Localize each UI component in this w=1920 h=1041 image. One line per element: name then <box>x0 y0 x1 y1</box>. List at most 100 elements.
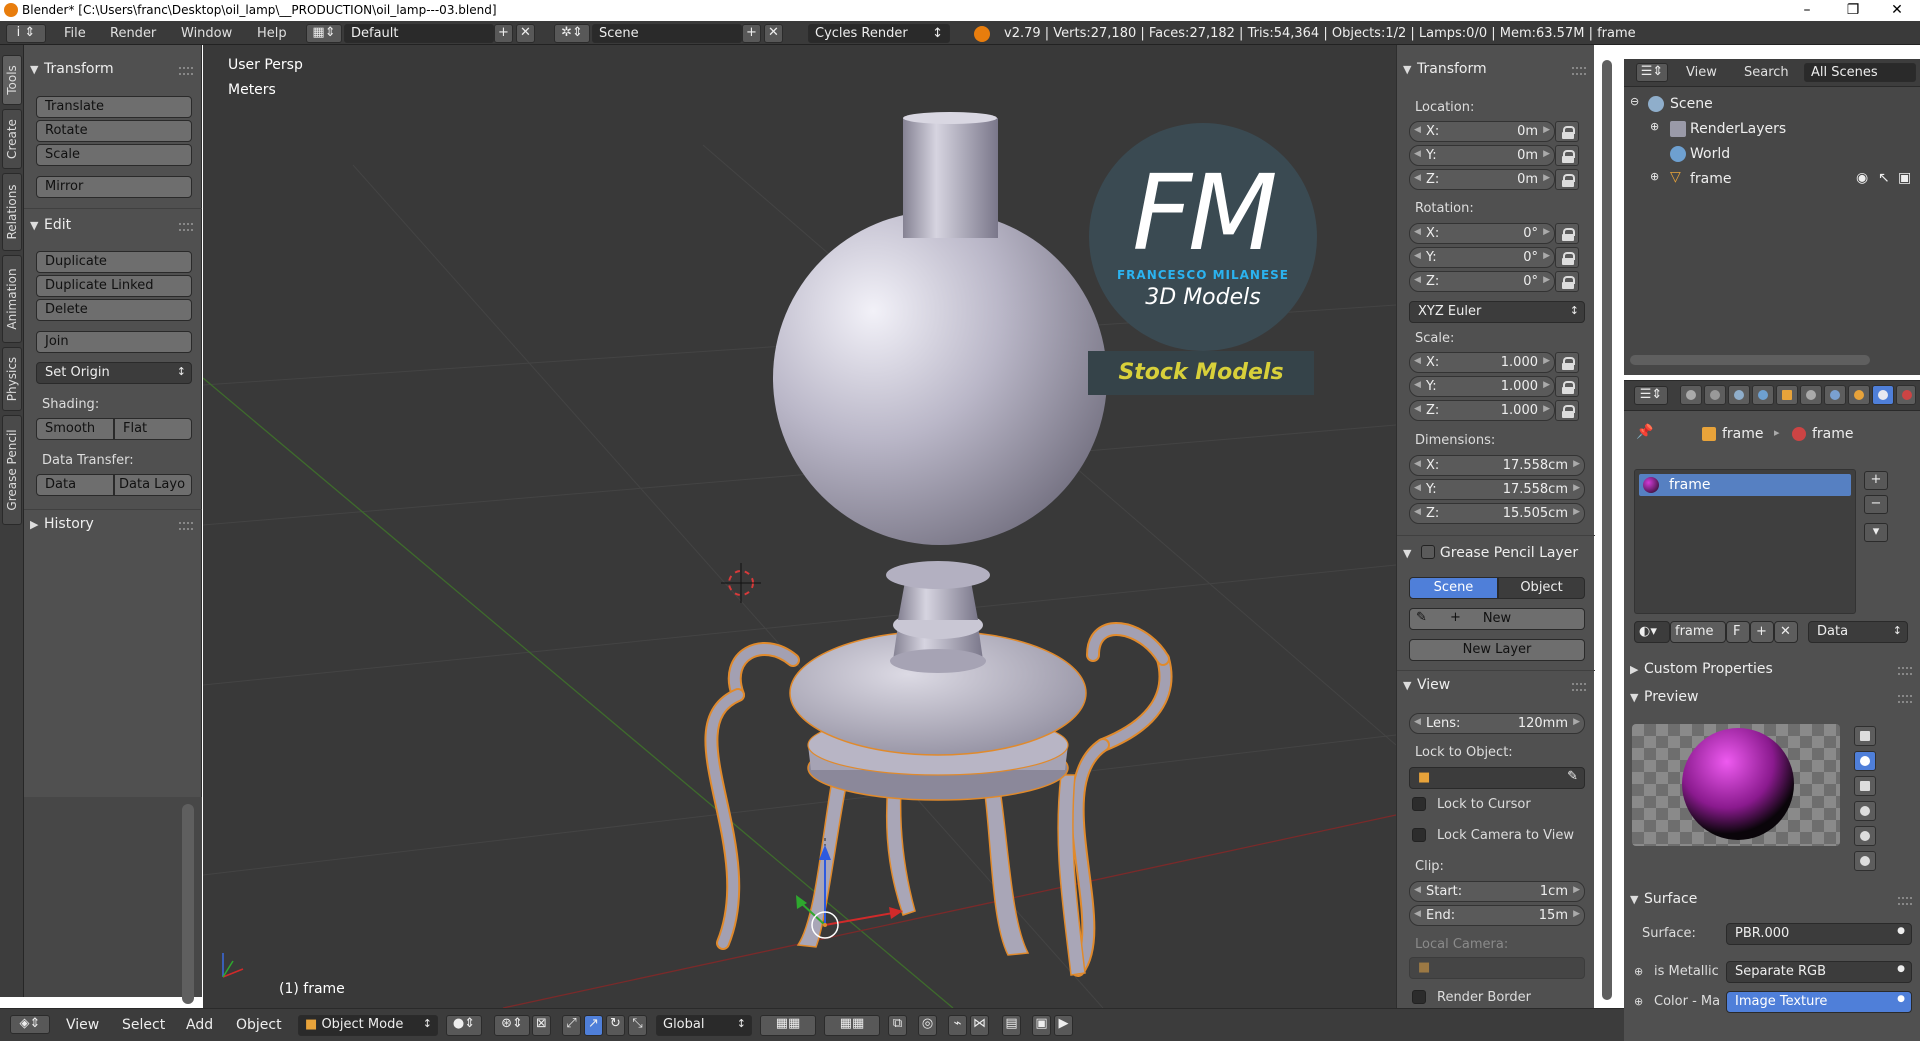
data-context-icon[interactable] <box>1848 385 1870 405</box>
pin-icon[interactable]: 📌 <box>1636 424 1653 440</box>
render-context-icon[interactable] <box>1680 385 1702 405</box>
tab-animation[interactable]: Animation <box>2 255 22 343</box>
snap-element-icon[interactable]: ⋈ <box>970 1015 989 1036</box>
object-context-icon[interactable] <box>1776 385 1798 405</box>
menu-window[interactable]: Window <box>181 26 232 41</box>
scene-icon[interactable]: ✲⇕ <box>554 24 590 43</box>
translate-manipulator-icon[interactable]: ⤢ <box>562 1015 581 1036</box>
surface-header[interactable]: ▼ Surface <box>1630 891 1697 907</box>
editor-type-outliner-icon[interactable]: ☰⇕ <box>1636 63 1668 82</box>
panel-grip-icon[interactable] <box>1898 695 1912 703</box>
preview-header[interactable]: ▼ Preview <box>1630 689 1699 705</box>
modifiers-context-icon[interactable] <box>1824 385 1846 405</box>
world-context-icon[interactable] <box>1752 385 1774 405</box>
delete-layout-button[interactable]: ✕ <box>516 24 535 43</box>
snap-target-icon[interactable]: ▤ <box>1002 1015 1021 1036</box>
lock-scale-y-icon[interactable] <box>1555 376 1579 397</box>
visibility-eye-icon[interactable]: ◉ <box>1856 170 1868 186</box>
outliner-row-renderlayers[interactable]: ⊕ RenderLayers <box>1624 117 1920 142</box>
outliner-scrollbar[interactable] <box>1630 355 1870 365</box>
lock-camera-checkbox[interactable] <box>1412 828 1426 842</box>
link-select[interactable]: Data ↕ <box>1808 621 1908 643</box>
render-border-checkbox[interactable] <box>1412 990 1426 1004</box>
preview-sphere-icon[interactable] <box>1854 751 1876 771</box>
add-layout-button[interactable]: + <box>494 24 513 43</box>
menu-object[interactable]: Object <box>236 1017 282 1033</box>
slot-specials-button[interactable]: ▾ <box>1864 523 1888 542</box>
outliner-display-mode-select[interactable]: All Scenes <box>1804 63 1916 82</box>
translate-mode-icon[interactable]: ↗ <box>584 1015 603 1036</box>
tab-create[interactable]: Create <box>2 109 22 169</box>
outliner-menu-search[interactable]: Search <box>1744 65 1789 80</box>
3d-cursor-icon[interactable] <box>721 563 761 603</box>
preview-world-icon[interactable] <box>1854 851 1876 871</box>
material-slot-list[interactable]: frame <box>1634 469 1856 614</box>
mirror-button[interactable]: Mirror <box>36 176 192 198</box>
dimensions-y-field[interactable]: ◀ Y: 17.558cm ▶ <box>1409 479 1585 500</box>
dimensions-x-field[interactable]: ◀ X: 17.558cm ▶ <box>1409 455 1585 476</box>
menu-view[interactable]: View <box>66 1017 99 1033</box>
rotation-y-field[interactable]: ◀ Y: 0° ▶ <box>1409 247 1555 268</box>
minimize-button[interactable]: – <box>1784 0 1830 21</box>
location-y-field[interactable]: ◀ Y: 0m ▶ <box>1409 145 1555 166</box>
scale-x-field[interactable]: ◀ X: 1.000 ▶ <box>1409 352 1555 373</box>
grease-object-tab[interactable]: Object <box>1498 577 1585 599</box>
proportional-edit-icon[interactable]: ◎ <box>918 1015 937 1036</box>
lock-object-field[interactable]: ■ ✎ <box>1409 767 1585 789</box>
lock-scale-x-icon[interactable] <box>1555 352 1579 373</box>
scene-layers-row2-icon[interactable]: ▦▦ <box>824 1015 880 1036</box>
outliner-row-frame[interactable]: ⊕ ▽ frame ◉ ↖ ▣ <box>1624 167 1920 192</box>
lens-field[interactable]: ◀ Lens: 120mm ▶ <box>1409 713 1585 734</box>
clip-start-field[interactable]: ◀ Start: 1cm ▶ <box>1409 881 1585 902</box>
menu-file[interactable]: File <box>64 26 86 41</box>
duplicate-button[interactable]: Duplicate <box>36 251 192 273</box>
add-slot-button[interactable]: + <box>1864 471 1888 490</box>
panel-grip-icon[interactable] <box>1572 67 1586 75</box>
metallic-node-field[interactable]: Separate RGB ● <box>1726 961 1912 983</box>
snap-toggle-icon[interactable]: ⌁ <box>948 1015 967 1036</box>
delete-scene-button[interactable]: ✕ <box>764 24 783 43</box>
color-node-field[interactable]: Image Texture ● <box>1726 991 1912 1013</box>
translate-button[interactable]: Translate <box>36 96 192 118</box>
menu-render[interactable]: Render <box>110 26 156 41</box>
outliner-row-world[interactable]: World <box>1624 142 1920 167</box>
edit-panel-header[interactable]: ▼ Edit <box>30 217 71 233</box>
3d-viewport[interactable]: User Persp Meters (1) frame FM FRANCESCO… <box>203 45 1396 1008</box>
preview-cube-icon[interactable] <box>1854 776 1876 796</box>
transform-panel-header[interactable]: ▼ Transform <box>30 61 114 77</box>
lock-location-z-icon[interactable] <box>1555 169 1579 190</box>
join-button[interactable]: Join <box>36 331 192 353</box>
scale-mode-icon[interactable]: ⤡ <box>628 1015 647 1036</box>
menu-select[interactable]: Select <box>122 1017 165 1033</box>
expand-socket-icon[interactable]: ⊕ <box>1634 965 1643 978</box>
grease-scene-tab[interactable]: Scene <box>1409 577 1498 599</box>
viewport-shading-icon[interactable]: ●⇕ <box>446 1015 482 1036</box>
close-window-button[interactable]: ✕ <box>1874 0 1920 21</box>
layout-field[interactable]: Default <box>344 24 494 43</box>
panel-grip-icon[interactable] <box>1898 897 1912 905</box>
panel-grip-icon[interactable] <box>1572 683 1586 691</box>
data-layout-button[interactable]: Data Layo <box>114 474 192 496</box>
layer-lock-icon[interactable]: ⧉ <box>888 1015 907 1036</box>
panel-grip-icon[interactable] <box>179 522 193 530</box>
grease-pencil-layer-header[interactable]: ▼ Grease Pencil Layer <box>1403 543 1593 561</box>
grease-new-button[interactable]: ✎ + New <box>1409 608 1585 630</box>
material-name-field[interactable]: frame <box>1670 621 1726 643</box>
unlink-material-button[interactable]: ✕ <box>1774 621 1798 643</box>
editor-type-info-icon[interactable]: i ⇕ <box>6 24 46 43</box>
add-scene-button[interactable]: + <box>742 24 761 43</box>
rotation-x-field[interactable]: ◀ X: 0° ▶ <box>1409 223 1555 244</box>
lock-rotation-y-icon[interactable] <box>1555 247 1579 268</box>
preview-hair-icon[interactable] <box>1854 826 1876 846</box>
opengl-render-image-icon[interactable]: ▣ <box>1032 1015 1051 1036</box>
view-panel-header[interactable]: ▼ View <box>1403 677 1450 693</box>
expand-icon[interactable]: ⊕ <box>1650 170 1659 183</box>
lock-location-y-icon[interactable] <box>1555 145 1579 166</box>
history-panel-header[interactable]: ▶ History <box>30 516 94 532</box>
rotate-mode-icon[interactable]: ↻ <box>606 1015 625 1036</box>
rotate-button[interactable]: Rotate <box>36 120 192 142</box>
collapse-icon[interactable]: ⊖ <box>1630 95 1639 108</box>
menu-help[interactable]: Help <box>257 26 287 41</box>
local-camera-field[interactable]: ■ <box>1409 957 1585 979</box>
browse-material-icon[interactable]: ◐▾ <box>1634 621 1670 643</box>
